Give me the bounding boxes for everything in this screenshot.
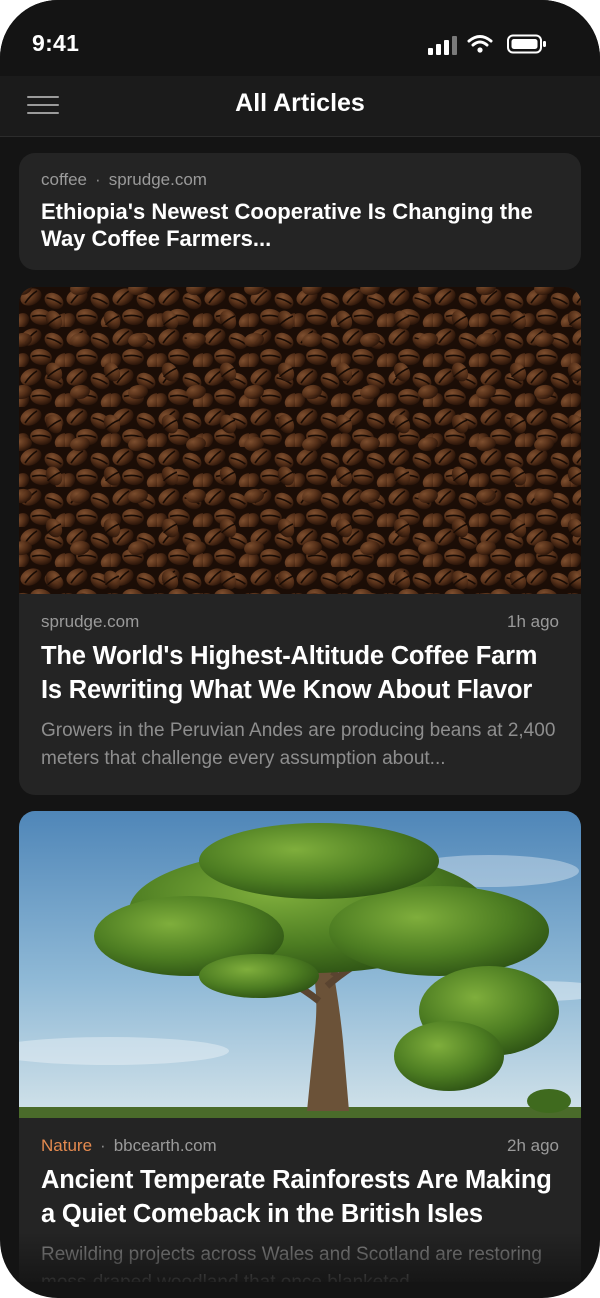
status-time: 9:41 (32, 30, 80, 56)
wifi-icon (467, 35, 493, 53)
article-card-compact[interactable]: coffee · sprudge.com Ethiopia's Newest Coo… (19, 153, 581, 270)
cellular-signal-icon (428, 36, 457, 55)
article-meta: Nature · bbcearth.com 2h ago (41, 1136, 559, 1156)
article-title: Ethiopia's Newest Cooperative Is Changin… (41, 199, 533, 251)
article-feed[interactable]: coffee · sprudge.com Ethiopia's Newest Coo… (0, 137, 600, 1282)
article-title: Ancient Temperate Rainforests Are Making… (41, 1166, 552, 1228)
article-category: coffee (41, 170, 88, 189)
article-meta: sprudge.com 1h ago (41, 612, 559, 632)
navigation-bar: All Articles (0, 76, 600, 137)
article-excerpt: Growers in the Peruvian Andes are produc… (41, 720, 556, 769)
status-bar: 9:41 (0, 0, 600, 76)
meta-separator: · (95, 170, 101, 189)
article-card[interactable]: Nature · bbcearth.com 2h ago Ancient Tempe… (19, 811, 581, 1282)
article-title: The World's Highest-Altitude Coffee Farm… (41, 642, 538, 704)
phone-frame: 9:41 All Articles coffee · sprudge.com E… (0, 0, 600, 1298)
article-meta: coffee · sprudge.com (41, 170, 559, 190)
article-time-ago: 2h ago (507, 1136, 559, 1155)
coffee-beans-image (19, 287, 581, 594)
tree-landscape-image (19, 811, 581, 1118)
article-source: bbcearth.com (113, 1136, 217, 1155)
article-category[interactable]: Nature (41, 1136, 92, 1155)
article-card[interactable]: sprudge.com 1h ago The World's Highest-A… (19, 287, 581, 795)
article-excerpt: Rewilding projects across Wales and Scot… (41, 1244, 542, 1282)
page-title: All Articles (235, 89, 365, 117)
article-source: sprudge.com (41, 612, 140, 631)
meta-separator: · (100, 1136, 106, 1155)
battery-icon (507, 34, 546, 54)
article-source: sprudge.com (108, 170, 207, 189)
article-time-ago: 1h ago (507, 612, 559, 631)
